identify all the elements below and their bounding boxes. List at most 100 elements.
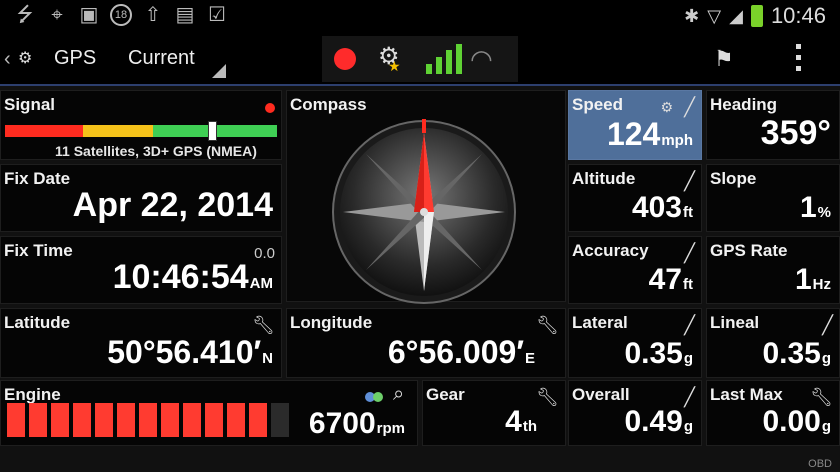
wrench-icon[interactable]: 🔧︎: [536, 387, 559, 408]
signal-label: Signal: [4, 95, 56, 114]
dashboard: Signal 11 Satellites, 3D+ GPS (NMEA) Com…: [0, 86, 840, 472]
longitude-label: Longitude: [290, 313, 373, 332]
action-bar: ‹ ⚙ GPS Current ⚙ ★ ◠ ⚑: [0, 34, 840, 86]
lineal-label: Lineal: [710, 313, 760, 332]
heading-label: Heading: [710, 95, 778, 114]
engine-unit: rpm: [376, 420, 405, 437]
gear-label: Gear: [426, 385, 465, 404]
lineal-tile[interactable]: Lineal ╱ 0.35g: [706, 308, 840, 378]
status-indicators: ⚙ ★ ◠: [322, 36, 518, 82]
last-max-label: Last Max: [710, 385, 783, 404]
search-icon[interactable]: ⌕: [393, 383, 404, 406]
fix-time-label: Fix Time: [4, 241, 73, 260]
obd-brand-logo: OBD: [808, 458, 832, 470]
overall-value: 0.49: [624, 405, 683, 438]
gps-rate-value: 1: [794, 263, 812, 296]
sd-card-icon: ▤: [175, 4, 195, 26]
overall-unit: g: [683, 418, 693, 435]
signal-level-marker: [208, 121, 217, 141]
speed-value: 124: [606, 116, 661, 152]
rpm-segment: [227, 403, 245, 437]
gps-satellite-icon: ⚙: [660, 99, 673, 115]
rpm-segment: [249, 403, 267, 437]
rpm-segment: [161, 403, 179, 437]
cell-signal-icon: ◢: [729, 5, 743, 26]
slope-label: Slope: [710, 169, 757, 188]
compass-dial: [332, 119, 516, 304]
accuracy-unit: ft: [683, 276, 693, 293]
longitude-tile[interactable]: Longitude 🔧︎ 6°56.009′E: [286, 308, 566, 378]
engine-tile[interactable]: Engine ⌕ 6700rpm: [0, 380, 418, 446]
status-time: 10:46: [770, 3, 826, 28]
usb-icon: ⭍: [16, 4, 34, 26]
rpm-segment: [117, 403, 135, 437]
fix-time-value: 10:46:54: [112, 258, 249, 296]
lateral-unit: g: [683, 350, 693, 367]
overflow-menu-icon[interactable]: [796, 44, 802, 74]
altitude-tile[interactable]: Altitude ╱ 403ft: [568, 164, 702, 232]
accuracy-label: Accuracy: [572, 241, 649, 260]
gps-rate-tile[interactable]: GPS Rate 1Hz: [706, 236, 840, 304]
fix-time-unit: AM: [249, 275, 273, 292]
accuracy-tile[interactable]: Accuracy ╱ 47ft: [568, 236, 702, 304]
rpm-segment: [139, 403, 157, 437]
latitude-unit: N: [262, 350, 273, 367]
last-max-value: 0.00: [762, 405, 821, 438]
slope-tile[interactable]: Slope 1%: [706, 164, 840, 232]
graph-icon[interactable]: ╱: [684, 315, 695, 336]
latitude-label: Latitude: [4, 313, 71, 332]
speed-tile[interactable]: Speed ⚙ ╱ 124mph: [568, 90, 702, 160]
graph-icon[interactable]: ╱: [684, 97, 695, 118]
speed-unit: mph: [661, 132, 693, 149]
latitude-tile[interactable]: Latitude 🔧︎ 50°56.410′N: [0, 308, 282, 378]
view-selector[interactable]: Current: [128, 47, 195, 70]
signal-tile[interactable]: Signal 11 Satellites, 3D+ GPS (NMEA): [0, 90, 282, 160]
rpm-level-bar: [7, 403, 289, 437]
heading-value: 359°: [760, 114, 831, 152]
graph-icon[interactable]: ╱: [822, 315, 833, 336]
gps-rate-unit: Hz: [812, 276, 831, 293]
speed-label: Speed: [572, 95, 624, 114]
lateral-tile[interactable]: Lateral ╱ 0.35g: [568, 308, 702, 378]
wrench-icon[interactable]: 🔧︎: [536, 315, 559, 336]
graph-icon[interactable]: ╱: [684, 243, 695, 264]
graph-icon[interactable]: ╱: [684, 171, 695, 192]
rpm-segment: [183, 403, 201, 437]
altitude-label: Altitude: [572, 169, 636, 188]
back-chevron-icon[interactable]: ‹: [4, 48, 11, 71]
connection-dots-icon: [365, 389, 383, 407]
last-max-tile[interactable]: Last Max 🔧︎ 0.00g: [706, 380, 840, 446]
lineal-unit: g: [821, 350, 831, 367]
fix-time-tile[interactable]: Fix Time 0.0 10:46:54AM: [0, 236, 282, 304]
compass-tile[interactable]: Compass: [286, 90, 566, 304]
fix-date-tile[interactable]: Fix Date Apr 22, 2014: [0, 164, 282, 232]
engine-label: Engine: [4, 385, 61, 404]
last-max-unit: g: [821, 418, 831, 435]
dropdown-triangle-icon[interactable]: [212, 64, 226, 78]
gear-tile[interactable]: Gear 🔧︎ 4th: [422, 380, 566, 446]
accuracy-value: 47: [648, 263, 682, 296]
gear-unit: th: [522, 418, 537, 435]
overall-tile[interactable]: Overall ╱ 0.49g: [568, 380, 702, 446]
slope-value: 1: [799, 191, 817, 224]
lateral-label: Lateral: [572, 313, 628, 332]
fix-date-value: Apr 22, 2014: [72, 186, 273, 224]
bluetooth-icon: ✱: [684, 5, 700, 26]
rpm-segment: [7, 403, 25, 437]
wifi-icon: ◠: [470, 44, 493, 74]
longitude-unit: E: [524, 350, 535, 367]
record-button[interactable]: [334, 48, 356, 70]
image-icon: ▣: [79, 4, 99, 26]
wrench-icon[interactable]: 🔧︎: [252, 315, 275, 336]
checkered-flag-icon[interactable]: ⚑: [714, 46, 734, 72]
latitude-value: 50°56.410′: [107, 334, 262, 370]
altitude-value: 403: [631, 191, 682, 224]
rpm-segment: [205, 403, 223, 437]
notification-count-badge: 18: [110, 4, 132, 26]
lineal-value: 0.35: [762, 337, 821, 370]
app-title[interactable]: GPS: [54, 47, 96, 70]
heading-tile[interactable]: Heading 359°: [706, 90, 840, 160]
wifi-status-icon: ▽: [707, 5, 722, 26]
signal-strength-icon: [426, 44, 462, 74]
signal-strength-bar: [5, 125, 277, 137]
